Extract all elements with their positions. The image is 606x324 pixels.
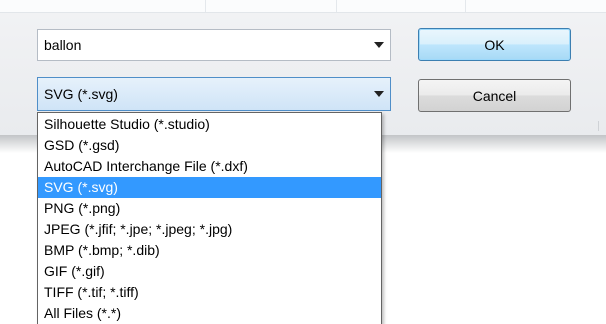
file-list-header-strip xyxy=(0,0,606,13)
file-type-option[interactable]: GSD (*.gsd) xyxy=(38,135,381,156)
panel-edge-mark xyxy=(598,121,599,131)
file-type-option[interactable]: All Files (*.*) xyxy=(38,303,381,324)
file-type-option[interactable]: AutoCAD Interchange File (*.dxf) xyxy=(38,156,381,177)
file-type-option[interactable]: Silhouette Studio (*.studio) xyxy=(38,114,381,135)
column-separator xyxy=(336,0,337,12)
file-type-option-selected[interactable]: SVG (*.svg) xyxy=(38,177,381,198)
column-separator xyxy=(465,0,466,12)
ok-button[interactable]: OK xyxy=(418,28,571,61)
ok-button-label: OK xyxy=(484,36,505,53)
file-name-value[interactable]: ballon xyxy=(44,37,81,53)
chevron-down-icon[interactable] xyxy=(374,42,384,48)
cancel-button-label: Cancel xyxy=(472,87,517,104)
file-type-option[interactable]: GIF (*.gif) xyxy=(38,261,381,282)
file-type-option[interactable]: PNG (*.png) xyxy=(38,198,381,219)
file-type-dropdown-list[interactable]: Silhouette Studio (*.studio) GSD (*.gsd)… xyxy=(37,112,382,324)
file-type-combobox[interactable]: SVG (*.svg) xyxy=(37,77,391,111)
file-type-option[interactable]: JPEG (*.jfif; *.jpe; *.jpeg; *.jpg) xyxy=(38,219,381,240)
file-type-option[interactable]: BMP (*.bmp; *.dib) xyxy=(38,240,381,261)
cancel-button[interactable]: Cancel xyxy=(418,79,571,112)
file-name-combobox[interactable]: ballon xyxy=(37,29,391,61)
file-type-option[interactable]: TIFF (*.tif; *.tiff) xyxy=(38,282,381,303)
column-separator xyxy=(205,0,206,12)
file-type-value[interactable]: SVG (*.svg) xyxy=(44,86,118,102)
chevron-down-icon[interactable] xyxy=(374,91,384,97)
